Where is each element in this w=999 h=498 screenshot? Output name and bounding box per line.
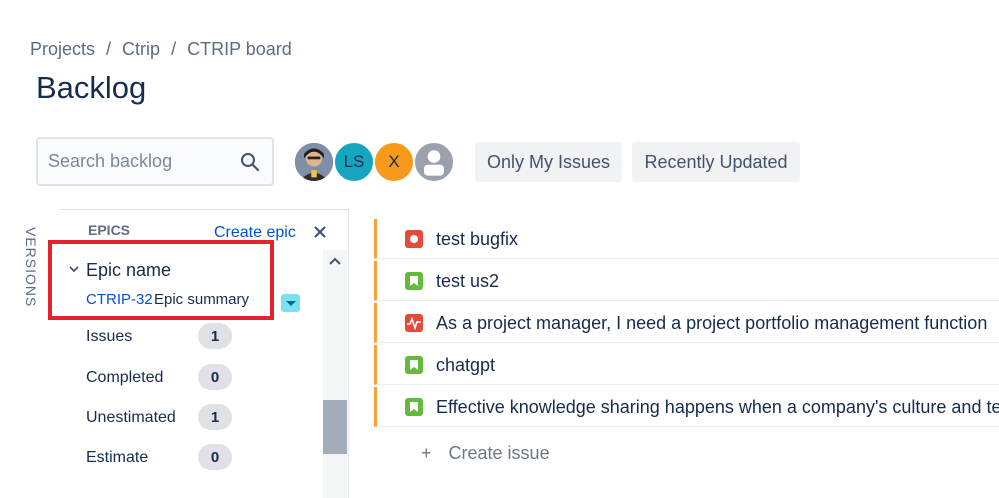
issue-row[interactable]: As a project manager, I need a project p… <box>374 303 999 343</box>
stat-label: Estimate <box>86 449 149 466</box>
create-issue-button[interactable]: + Create issue <box>421 443 550 464</box>
stat-badge: 1 <box>198 323 232 349</box>
annotation-highlight-box <box>48 240 274 320</box>
pulse-icon <box>405 314 423 332</box>
story-icon <box>405 398 423 416</box>
breadcrumb-separator: / <box>171 38 177 59</box>
breadcrumb-board[interactable]: CTRIP board <box>187 39 292 60</box>
search-input[interactable] <box>48 151 238 172</box>
avatar-unknown[interactable] <box>413 141 455 183</box>
stat-badge: 0 <box>198 364 232 390</box>
issue-summary: test bugfix <box>436 229 519 249</box>
epic-stat-issues: Issues 1 <box>86 323 236 351</box>
create-issue-label: Create issue <box>448 443 550 463</box>
recently-updated-filter[interactable]: Recently Updated <box>632 142 800 182</box>
stat-badge: 0 <box>198 444 232 470</box>
stat-label: Unestimated <box>86 409 176 426</box>
issue-summary: Effective knowledge sharing happens when… <box>436 397 999 417</box>
chevron-up-icon[interactable] <box>328 256 342 266</box>
person-photo-icon <box>295 143 333 181</box>
issue-row[interactable]: test us2 <box>374 261 999 301</box>
breadcrumb-ctrip[interactable]: Ctrip <box>122 39 160 60</box>
stat-label: Completed <box>86 369 164 386</box>
issue-summary: chatgpt <box>436 355 496 375</box>
versions-tab-label: VERSIONS <box>23 227 39 308</box>
epics-scrollbar[interactable] <box>323 250 347 498</box>
page-title: Backlog <box>36 70 147 105</box>
epic-stat-completed: Completed 0 <box>86 364 236 392</box>
issue-row[interactable]: test bugfix <box>374 219 999 259</box>
epic-stat-estimate: Estimate 0 <box>86 444 236 472</box>
epics-header: EPICS <box>88 222 131 238</box>
avatar-photo[interactable] <box>293 141 335 183</box>
issue-summary: test us2 <box>436 271 500 291</box>
only-my-issues-filter[interactable]: Only My Issues <box>475 142 622 182</box>
breadcrumb: Projects / Ctrip / CTRIP board <box>30 36 292 62</box>
scrollbar-thumb[interactable] <box>323 400 347 454</box>
breadcrumb-separator: / <box>106 38 112 59</box>
search-box[interactable] <box>36 137 274 186</box>
issue-row[interactable]: Effective knowledge sharing happens when… <box>374 387 999 427</box>
story-icon <box>405 272 423 290</box>
epic-stat-unestimated: Unestimated 1 <box>86 404 236 432</box>
epic-dropdown-button[interactable] <box>281 294 300 312</box>
issue-summary: As a project manager, I need a project p… <box>436 313 988 333</box>
story-icon <box>405 356 423 374</box>
avatar-x[interactable]: X <box>373 141 415 183</box>
issue-row[interactable]: chatgpt <box>374 345 999 385</box>
plus-icon: + <box>421 443 432 463</box>
avatar-ls[interactable]: LS <box>333 141 375 183</box>
breadcrumb-projects[interactable]: Projects <box>30 39 95 60</box>
bug-icon <box>405 230 423 248</box>
stat-label: Issues <box>86 328 133 345</box>
search-icon[interactable] <box>240 152 260 172</box>
avatar-initials: X <box>388 152 400 171</box>
close-icon[interactable] <box>312 224 328 240</box>
user-silhouette-icon <box>424 150 444 176</box>
avatar-initials: LS <box>343 152 365 171</box>
stat-badge: 1 <box>198 404 232 430</box>
